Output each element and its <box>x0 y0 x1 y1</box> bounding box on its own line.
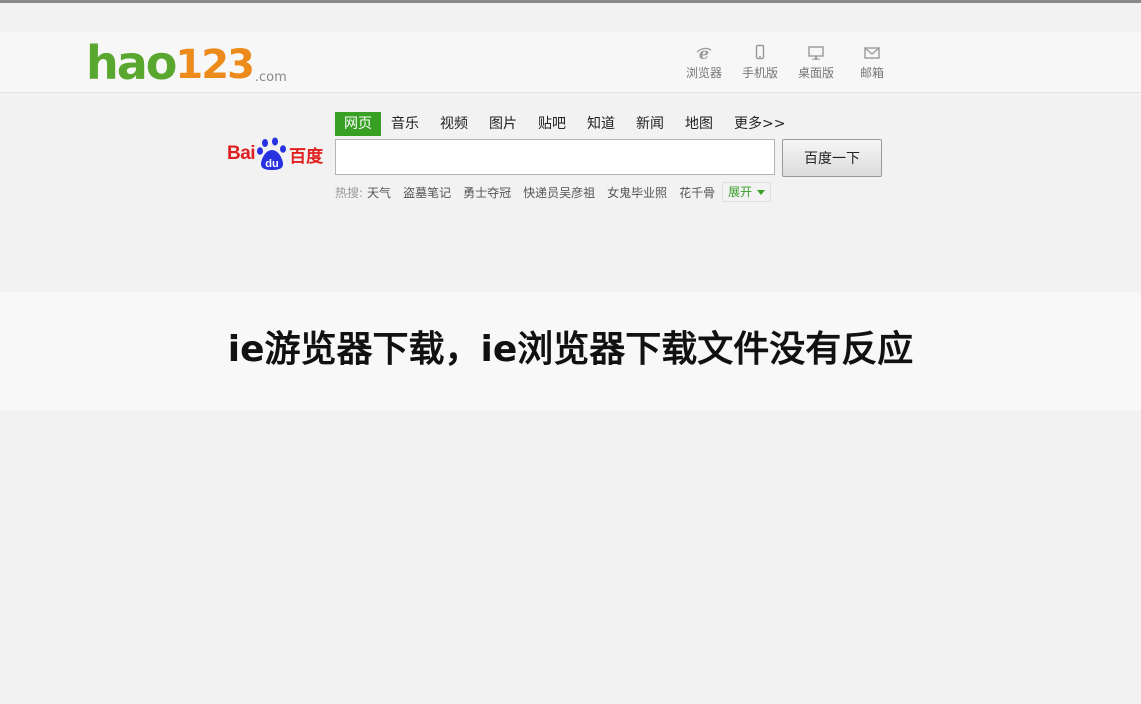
ie-icon: e <box>696 44 712 62</box>
baidu-search-button[interactable]: 百度一下 <box>782 139 882 177</box>
desktop-icon <box>808 46 824 60</box>
desktop-tool[interactable]: 桌面版 <box>788 44 844 81</box>
logo-domain-suffix: .com <box>254 70 287 85</box>
baidu-logo[interactable]: Bai du 百度 <box>227 137 323 171</box>
hot-item[interactable]: 勇士夺冠 <box>463 184 511 201</box>
hot-searches-label: 热搜: <box>335 185 364 200</box>
tab-video[interactable]: 视频 <box>432 112 476 136</box>
hao123-logo[interactable]: hao 123 .com <box>86 38 287 86</box>
hot-expand-button[interactable]: 展开 <box>722 182 772 202</box>
page-title: ie游览器下载，ie浏览器下载文件没有反应 <box>227 329 914 370</box>
hot-item[interactable]: 女鬼毕业照 <box>607 184 667 201</box>
search-area: Bai du 百度 网页 音乐 视频 图片 贴吧 知道 新闻 地图 更多>> 百… <box>0 93 1141 291</box>
logo-hao-text: hao <box>86 36 177 90</box>
browser-tool[interactable]: e 浏览器 <box>676 44 732 81</box>
browser-tool-label: 浏览器 <box>685 66 722 80</box>
desktop-tool-label: 桌面版 <box>797 66 834 80</box>
baidu-logo-bai: Bai <box>227 143 256 164</box>
mail-tool-label: 邮箱 <box>859 66 884 80</box>
search-tabs: 网页 音乐 视频 图片 贴吧 知道 新闻 地图 更多>> <box>335 112 798 136</box>
baidu-paw-icon: du <box>257 137 287 170</box>
site-header: hao 123 .com e 浏览器 手机版 桌面版 邮箱 <box>0 32 1141 93</box>
hot-expand-label: 展开 <box>728 185 753 199</box>
tab-more[interactable]: 更多>> <box>726 112 793 136</box>
logo-number-text: 123 <box>175 42 254 88</box>
mail-tool[interactable]: 邮箱 <box>844 44 900 81</box>
triangle-down-icon <box>757 189 766 195</box>
tab-news[interactable]: 新闻 <box>628 112 672 136</box>
tab-images[interactable]: 图片 <box>481 112 525 136</box>
tab-tieba[interactable]: 贴吧 <box>530 112 574 136</box>
article-title-band: ie游览器下载，ie浏览器下载文件没有反应 <box>0 292 1141 410</box>
window-top-border <box>0 0 1141 3</box>
hot-searches: 热搜: 天气 盗墓笔记 勇士夺冠 快递员吴彦祖 女鬼毕业照 花千骨 展开 <box>335 182 772 202</box>
hot-item[interactable]: 天气 <box>367 184 391 201</box>
hot-item[interactable]: 花千骨 <box>679 184 715 201</box>
tab-web[interactable]: 网页 <box>335 112 381 136</box>
mobile-tool[interactable]: 手机版 <box>732 44 788 81</box>
phone-icon <box>755 44 765 60</box>
mail-icon <box>864 47 880 59</box>
tab-map[interactable]: 地图 <box>677 112 721 136</box>
mobile-tool-label: 手机版 <box>741 66 778 80</box>
search-input[interactable] <box>335 139 775 175</box>
baidu-logo-chinese: 百度 <box>289 146 324 167</box>
tab-music[interactable]: 音乐 <box>383 112 427 136</box>
baidu-paw-text: du <box>265 158 278 170</box>
header-tools: e 浏览器 手机版 桌面版 邮箱 <box>676 44 900 81</box>
tab-zhidao[interactable]: 知道 <box>579 112 623 136</box>
hot-item[interactable]: 盗墓笔记 <box>403 184 451 201</box>
svg-text:e: e <box>699 44 709 62</box>
hot-item[interactable]: 快递员吴彦祖 <box>523 184 595 201</box>
